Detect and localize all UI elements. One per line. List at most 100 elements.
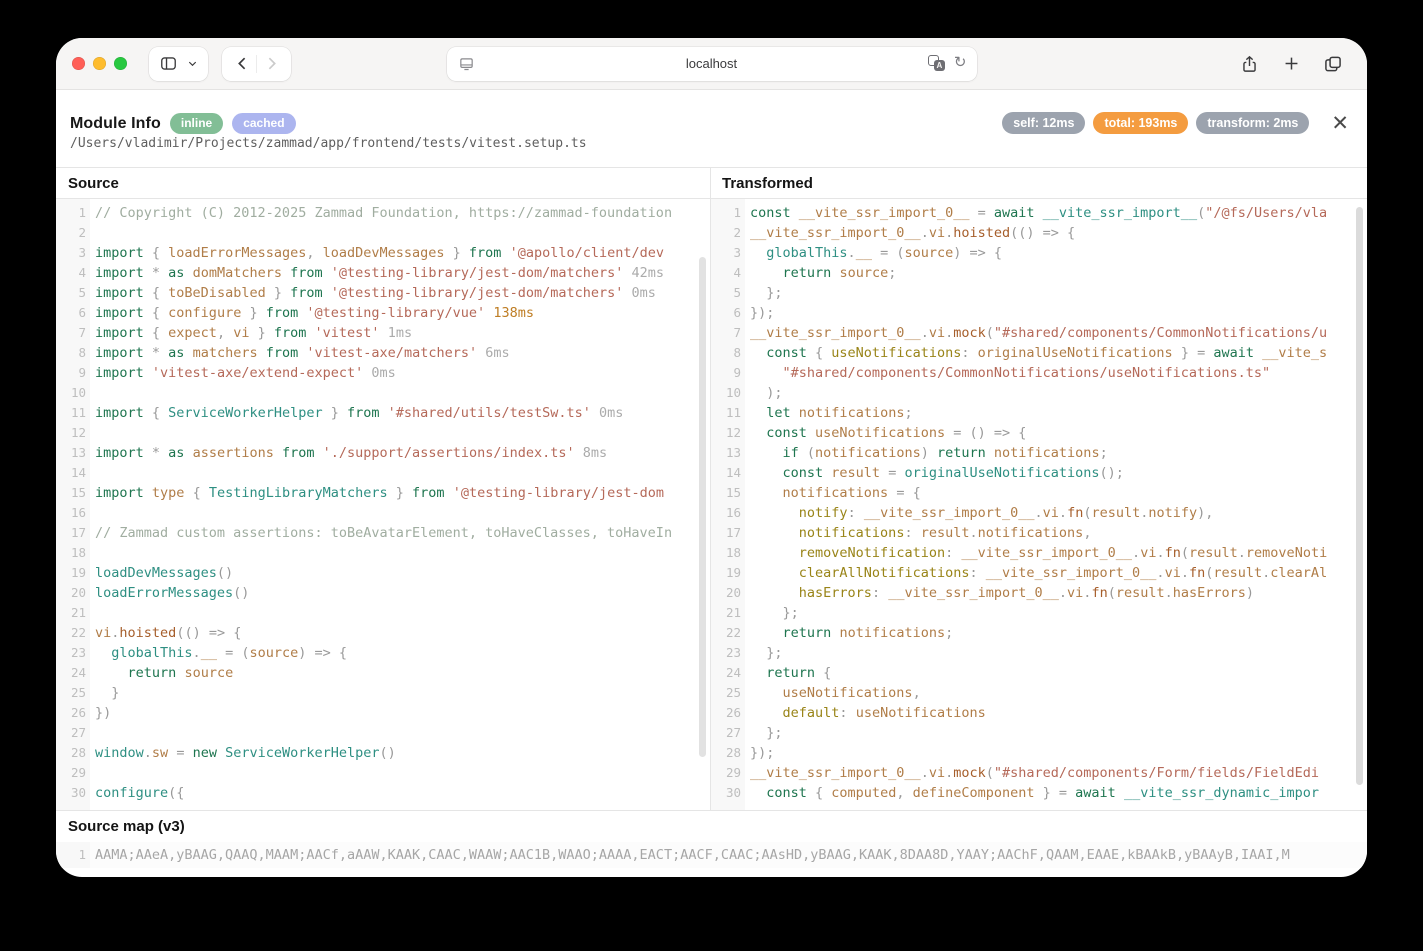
code-line: 7__vite_ssr_import_0__.vi.mock("#shared/… bbox=[711, 323, 1367, 343]
tab-overview-button[interactable] bbox=[1321, 52, 1345, 76]
code-line: 17 notifications: result.notifications, bbox=[711, 523, 1367, 543]
close-icon[interactable]: ✕ bbox=[1331, 113, 1349, 134]
line-number: 6 bbox=[711, 303, 741, 323]
line-number: 29 bbox=[711, 763, 741, 783]
code-line: 8 const { useNotifications: originalUseN… bbox=[711, 343, 1367, 363]
line-number: 8 bbox=[711, 343, 741, 363]
code-line: 1AAMA;AAeA,yBAAG,QAAQ,MAAM;AACf,aAAW,KAA… bbox=[56, 842, 1367, 868]
code-line: 25 useNotifications, bbox=[711, 683, 1367, 703]
code-line: 9import 'vitest-axe/extend-expect' 0ms bbox=[56, 363, 710, 383]
address-bar[interactable]: localhost A ↻ bbox=[447, 47, 977, 81]
chevron-down-icon bbox=[187, 58, 198, 69]
sidebar-toggle-button[interactable] bbox=[149, 47, 208, 81]
code-line: 4import * as domMatchers from '@testing-… bbox=[56, 263, 710, 283]
code-line: 24 return { bbox=[711, 663, 1367, 683]
source-scrollbar[interactable] bbox=[699, 257, 706, 757]
transformed-code-panel[interactable]: 1const __vite_ssr_import_0__ = await __v… bbox=[710, 199, 1367, 810]
inline-badge: inline bbox=[170, 113, 223, 134]
line-number: 3 bbox=[56, 243, 86, 263]
line-number: 4 bbox=[56, 263, 86, 283]
transformed-code: 1const __vite_ssr_import_0__ = await __v… bbox=[711, 203, 1367, 803]
sourcemap-section: Source map (v3) 1AAMA;AAeA,yBAAG,QAAQ,MA… bbox=[56, 810, 1367, 868]
code-line: 12 bbox=[56, 423, 710, 443]
page-title: Module Info bbox=[70, 115, 161, 133]
address-text: localhost bbox=[447, 47, 977, 81]
tabs-icon bbox=[1323, 54, 1343, 74]
code-line: 21 }; bbox=[711, 603, 1367, 623]
line-number: 10 bbox=[56, 383, 86, 403]
transformed-scrollbar[interactable] bbox=[1356, 207, 1363, 785]
translate-icon[interactable]: A bbox=[928, 55, 945, 71]
transform-time-badge: transform: 2ms bbox=[1196, 112, 1309, 134]
code-line: 28}); bbox=[711, 743, 1367, 763]
forward-button[interactable] bbox=[257, 50, 285, 78]
line-number: 18 bbox=[711, 543, 741, 563]
code-line: 3 globalThis.__ = (source) => { bbox=[711, 243, 1367, 263]
back-button[interactable] bbox=[228, 50, 256, 78]
sourcemap-code[interactable]: 1AAMA;AAeA,yBAAG,QAAQ,MAAM;AACf,aAAW,KAA… bbox=[56, 842, 1367, 868]
close-traffic-light[interactable] bbox=[72, 57, 85, 70]
code-line: 14 const result = originalUseNotificatio… bbox=[711, 463, 1367, 483]
line-number: 21 bbox=[56, 603, 86, 623]
navigation-buttons bbox=[222, 47, 291, 81]
code-line: 29 bbox=[56, 763, 710, 783]
code-line: 26}) bbox=[56, 703, 710, 723]
code-line: 10 bbox=[56, 383, 710, 403]
line-number: 20 bbox=[56, 583, 86, 603]
code-line: 23 globalThis.__ = (source) => { bbox=[56, 643, 710, 663]
code-line: 16 bbox=[56, 503, 710, 523]
line-number: 9 bbox=[56, 363, 86, 383]
line-number: 26 bbox=[56, 703, 86, 723]
reload-icon[interactable]: ↻ bbox=[954, 55, 967, 70]
code-line: 18 bbox=[56, 543, 710, 563]
line-number: 25 bbox=[711, 683, 741, 703]
line-number: 23 bbox=[711, 643, 741, 663]
line-number: 19 bbox=[711, 563, 741, 583]
line-number: 29 bbox=[56, 763, 86, 783]
code-line: 22vi.hoisted(() => { bbox=[56, 623, 710, 643]
code-line: 20 hasErrors: __vite_ssr_import_0__.vi.f… bbox=[711, 583, 1367, 603]
line-number: 1 bbox=[56, 842, 86, 868]
browser-toolbar: localhost A ↻ bbox=[56, 38, 1367, 90]
code-line: 27 bbox=[56, 723, 710, 743]
line-number: 2 bbox=[56, 223, 86, 243]
code-line: 15 notifications = { bbox=[711, 483, 1367, 503]
line-number: 15 bbox=[711, 483, 741, 503]
minimize-traffic-light[interactable] bbox=[93, 57, 106, 70]
code-line: 10 ); bbox=[711, 383, 1367, 403]
code-line: 24 return source bbox=[56, 663, 710, 683]
line-number: 10 bbox=[711, 383, 741, 403]
share-button[interactable] bbox=[1237, 52, 1261, 76]
line-number: 19 bbox=[56, 563, 86, 583]
line-number: 11 bbox=[711, 403, 741, 423]
code-line: 9 "#shared/components/CommonNotification… bbox=[711, 363, 1367, 383]
code-line: 26 default: useNotifications bbox=[711, 703, 1367, 723]
code-line: 20loadErrorMessages() bbox=[56, 583, 710, 603]
plus-icon bbox=[1282, 54, 1301, 73]
line-number: 14 bbox=[56, 463, 86, 483]
line-number: 4 bbox=[711, 263, 741, 283]
line-number: 14 bbox=[711, 463, 741, 483]
code-line: 29__vite_ssr_import_0__.vi.mock("#shared… bbox=[711, 763, 1367, 783]
code-line: 30 const { computed, defineComponent } =… bbox=[711, 783, 1367, 803]
code-line: 14 bbox=[56, 463, 710, 483]
source-code-panel[interactable]: 1// Copyright (C) 2012-2025 Zammad Found… bbox=[56, 199, 710, 810]
module-file-path: /Users/vladimir/Projects/zammad/app/fron… bbox=[56, 136, 1367, 156]
zoom-traffic-light[interactable] bbox=[114, 57, 127, 70]
code-line: 23 }; bbox=[711, 643, 1367, 663]
code-line: 13 if (notifications) return notificatio… bbox=[711, 443, 1367, 463]
line-number: 15 bbox=[56, 483, 86, 503]
code-line: 30configure({ bbox=[56, 783, 710, 803]
line-number: 16 bbox=[711, 503, 741, 523]
code-line: 28window.sw = new ServiceWorkerHelper() bbox=[56, 743, 710, 763]
code-line: 6import { configure } from '@testing-lib… bbox=[56, 303, 710, 323]
browser-window: localhost A ↻ bbox=[56, 38, 1367, 877]
new-tab-button[interactable] bbox=[1279, 52, 1303, 76]
code-line: 1// Copyright (C) 2012-2025 Zammad Found… bbox=[56, 203, 710, 223]
line-number: 26 bbox=[711, 703, 741, 723]
line-number: 9 bbox=[711, 363, 741, 383]
toolbar-actions bbox=[1237, 52, 1351, 76]
code-line: 5import { toBeDisabled } from '@testing-… bbox=[56, 283, 710, 303]
code-line: 2__vite_ssr_import_0__.vi.hoisted(() => … bbox=[711, 223, 1367, 243]
code-line: 18 removeNotification: __vite_ssr_import… bbox=[711, 543, 1367, 563]
